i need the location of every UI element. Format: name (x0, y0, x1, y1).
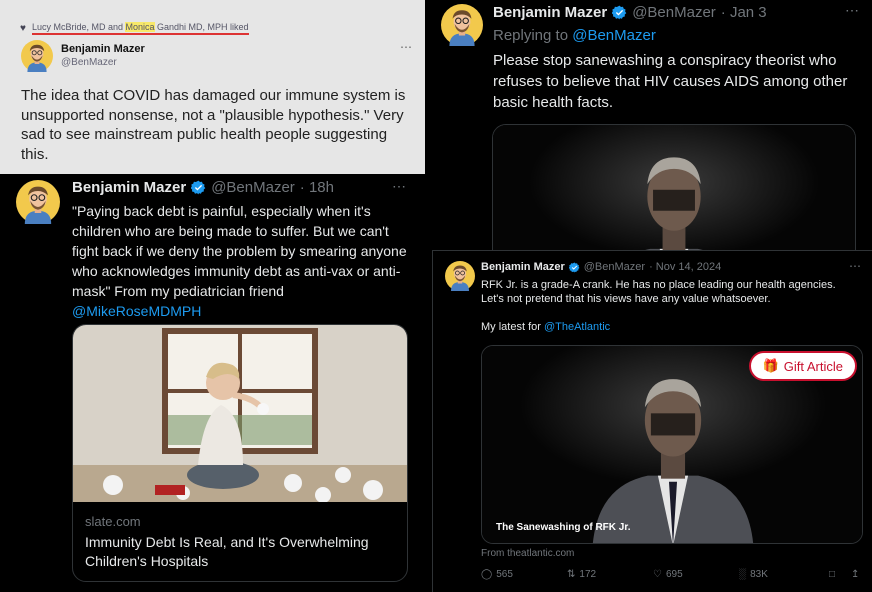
replying-to: Replying to @BenMazer (493, 27, 656, 44)
timestamp[interactable]: · 18h (300, 179, 334, 196)
liked-tweet-screenshot: ♥ Lucy McBride, MD and Monica Gandhi MD,… (0, 0, 425, 174)
author-handle[interactable]: @BenMazer (61, 57, 117, 68)
views-icon: ░ (739, 569, 747, 580)
tweet-sanewashing-reply: Benjamin Mazer @BenMazer · Jan 3 ⋯ Reply… (425, 0, 872, 250)
avatar[interactable] (21, 40, 53, 72)
tweet-body: "Paying back debt is painful, especially… (72, 203, 407, 299)
card-title[interactable]: Immunity Debt Is Real, and It's Overwhel… (85, 533, 395, 571)
views-button[interactable]: ░ 83K (739, 569, 829, 580)
more-icon[interactable]: ⋯ (849, 259, 861, 273)
tweet-header: Benjamin Mazer @BenMazer · 18h (72, 179, 334, 196)
author-name[interactable]: Benjamin Mazer (481, 261, 565, 273)
card-image (73, 325, 407, 502)
article-card[interactable]: 🎁 Gift Article The Sanewashing of RFK Jr… (481, 345, 863, 544)
gift-article-button[interactable]: 🎁 Gift Article (748, 351, 857, 381)
tweet-immunity-debt: Benjamin Mazer @BenMazer · 18h ⋯ "Paying… (0, 174, 425, 592)
gift-article-label: Gift Article (783, 358, 843, 374)
verified-icon (191, 180, 206, 195)
tweet-image[interactable] (492, 124, 856, 250)
replying-handle[interactable]: @BenMazer (572, 27, 656, 44)
link-card[interactable]: slate.com Immunity Debt Is Real, and It'… (72, 324, 408, 582)
more-icon[interactable]: ⋯ (400, 40, 412, 54)
timestamp[interactable]: · Nov 14, 2024 (649, 261, 721, 273)
tweet-rfk-crank: Benjamin Mazer @BenMazer · Nov 14, 2024 … (432, 250, 872, 592)
liked-by-line: ♥ Lucy McBride, MD and Monica Gandhi MD,… (20, 22, 249, 35)
author-handle[interactable]: @BenMazer (211, 179, 295, 196)
author-name[interactable]: Benjamin Mazer (61, 43, 145, 55)
tweet-text: "Paying back debt is painful, especially… (72, 201, 412, 321)
avatar[interactable] (441, 4, 483, 46)
more-icon[interactable]: ⋯ (392, 178, 406, 195)
avatar[interactable] (16, 180, 60, 224)
repost-count: 172 (579, 569, 597, 580)
tweet-text: RFK Jr. is a grade-A crank. He has no pl… (481, 279, 836, 305)
avatar[interactable] (445, 261, 475, 291)
gift-icon: 🎁 (762, 358, 779, 373)
tweet-text: The idea that COVID has damaged our immu… (21, 87, 406, 163)
share-button[interactable]: ↥ (851, 569, 865, 580)
more-icon[interactable]: ⋯ (845, 2, 859, 19)
like-icon: ♡ (653, 569, 662, 580)
like-count: 695 (665, 569, 683, 580)
tweet-header: Benjamin Mazer @BenMazer · Jan 3 (493, 4, 767, 21)
repost-icon: ⇅ (567, 569, 576, 580)
action-bar: ◯ 565 ⇅ 172 ♡ 695 ░ 83K □ ↥ (481, 569, 865, 580)
tweet-header: Benjamin Mazer @BenMazer · Nov 14, 2024 (481, 261, 721, 273)
atlantic-mention[interactable]: @TheAtlantic (544, 321, 610, 333)
like-button[interactable]: ♡ 695 (653, 569, 739, 580)
reply-icon: ◯ (481, 569, 493, 580)
reply-count: 565 (496, 569, 513, 580)
tweet-latest-line: My latest for @TheAtlantic (481, 321, 610, 333)
liked-by-suffix: Gandhi MD, MPH liked (154, 22, 249, 32)
article-caption: The Sanewashing of RFK Jr. (496, 522, 631, 533)
repost-button[interactable]: ⇅ 172 (567, 569, 653, 580)
latest-prefix: My latest for (481, 321, 544, 333)
timestamp[interactable]: · Jan 3 (721, 4, 767, 21)
author-name[interactable]: Benjamin Mazer (493, 4, 607, 21)
liked-by-prefix: Lucy McBride, MD and (31, 22, 126, 32)
mention-link[interactable]: @MikeRoseMDMPH (72, 303, 201, 319)
author-name[interactable]: Benjamin Mazer (72, 179, 186, 196)
verified-icon (612, 5, 627, 20)
bookmark-icon: □ (829, 569, 836, 580)
tweet-text: Please stop sanewashing a conspiracy the… (493, 52, 848, 111)
views-count: 83K (750, 569, 768, 580)
replying-prefix: Replying to (493, 27, 573, 44)
reply-button[interactable]: ◯ 565 (481, 569, 567, 580)
liked-by-highlight: Monica (125, 22, 155, 32)
card-source[interactable]: From theatlantic.com (481, 548, 574, 559)
verified-icon (569, 262, 580, 273)
heart-icon: ♥ (20, 23, 26, 34)
bookmark-button[interactable]: □ (829, 569, 851, 580)
author-handle[interactable]: @BenMazer (584, 261, 645, 273)
card-domain: slate.com (85, 514, 141, 529)
author-handle[interactable]: @BenMazer (632, 4, 716, 21)
share-icon: ↥ (851, 569, 860, 580)
